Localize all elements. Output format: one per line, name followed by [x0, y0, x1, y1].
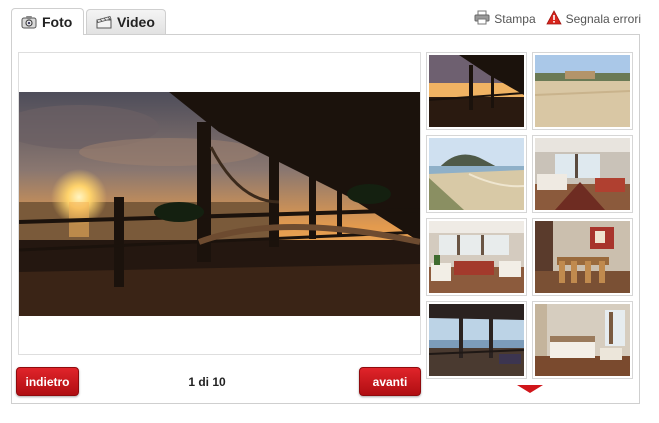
report-errors-label: Segnala errori — [565, 12, 641, 26]
clapperboard-icon — [96, 15, 112, 29]
thumbnail-living-room[interactable] — [532, 135, 633, 213]
main-photo[interactable] — [19, 92, 420, 316]
tab-foto-label: Foto — [42, 14, 73, 30]
thumbnail-beach-headland[interactable] — [426, 135, 527, 213]
printer-icon — [474, 10, 490, 28]
tab-video[interactable]: Video — [86, 9, 166, 34]
camera-icon — [21, 15, 37, 29]
thumbnail-bedroom[interactable] — [532, 301, 633, 379]
print-label: Stampa — [494, 12, 536, 26]
warning-icon — [545, 10, 562, 28]
report-errors-link[interactable]: Segnala errori — [545, 10, 641, 28]
back-button[interactable]: indietro — [16, 367, 79, 396]
main-photo-frame — [18, 52, 421, 355]
thumbnail-terrace-sea[interactable] — [426, 301, 527, 379]
gallery-panel: indietro 1 di 10 avanti — [11, 34, 640, 404]
tab-video-label: Video — [117, 14, 155, 30]
toolbar-actions: Stampa Segnala errori — [474, 10, 641, 28]
photo-counter: 1 di 10 — [188, 375, 226, 389]
tab-foto[interactable]: Foto — [11, 8, 84, 35]
thumbnail-sunset-terrace[interactable] — [426, 52, 527, 130]
print-link[interactable]: Stampa — [474, 10, 536, 28]
thumbnail-beach-house[interactable] — [532, 52, 633, 130]
thumbnail-dining-room[interactable] — [532, 218, 633, 296]
chevron-down-icon[interactable] — [517, 385, 543, 393]
next-button[interactable]: avanti — [359, 367, 421, 396]
thumbnail-sofas[interactable] — [426, 218, 527, 296]
